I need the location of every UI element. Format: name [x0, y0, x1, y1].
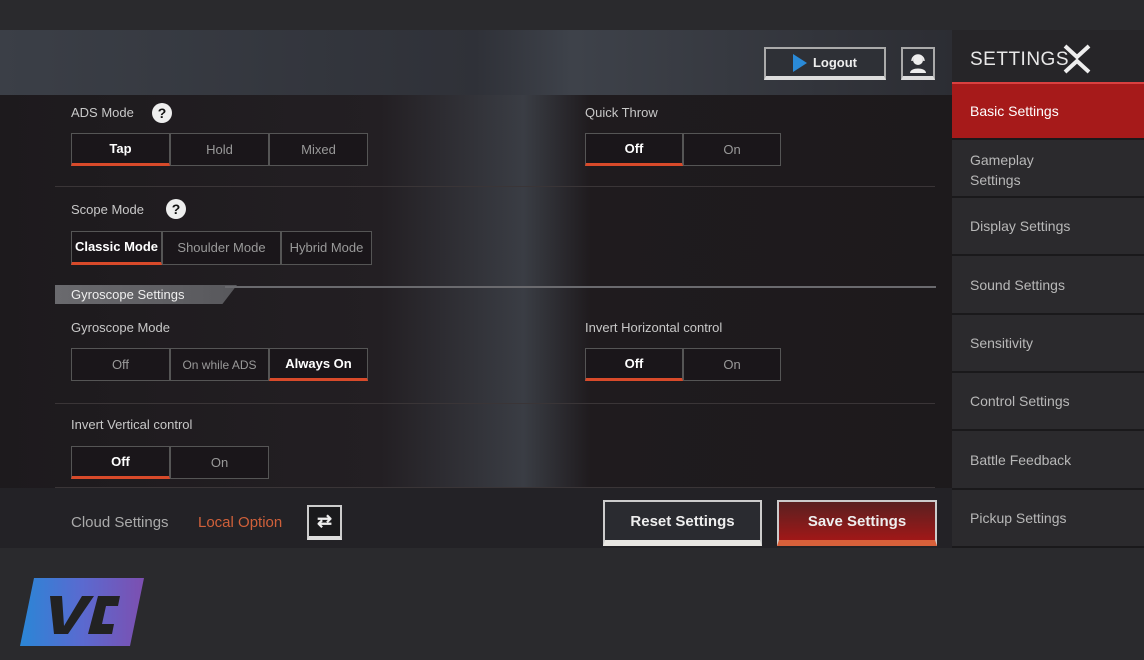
- invert-v-off[interactable]: Off: [71, 446, 170, 479]
- scope-mode-selector: Classic Mode Shoulder Mode Hybrid Mode: [71, 231, 372, 265]
- local-option-tab[interactable]: Local Option: [198, 514, 282, 531]
- headset-user-icon: [910, 53, 926, 73]
- divider: [55, 186, 935, 187]
- logout-label: Logout: [812, 55, 858, 70]
- cloud-settings-tab[interactable]: Cloud Settings: [71, 514, 169, 531]
- sidebar-item-display[interactable]: Display Settings: [952, 198, 1144, 256]
- logout-button[interactable]: Logout: [764, 47, 886, 80]
- gyro-mode-selector: Off On while ADS Always On: [71, 348, 368, 381]
- swap-button[interactable]: ⇄: [307, 505, 342, 540]
- ads-option-hold[interactable]: Hold: [170, 133, 269, 166]
- ads-help-icon[interactable]: ?: [152, 103, 172, 123]
- play-store-icon: [792, 53, 807, 72]
- invert-v-on[interactable]: On: [170, 446, 269, 479]
- gyro-option-ads[interactable]: On while ADS: [170, 348, 269, 381]
- support-button[interactable]: [901, 47, 935, 80]
- quick-throw-on[interactable]: On: [683, 133, 781, 166]
- invert-h-on[interactable]: On: [683, 348, 781, 381]
- invert-h-label: Invert Horizontal control: [585, 320, 723, 335]
- sidebar-item-sound[interactable]: Sound Settings: [952, 256, 1144, 315]
- quick-throw-label: Quick Throw: [585, 105, 658, 120]
- sidebar-item-battle-feedback[interactable]: Battle Feedback: [952, 431, 1144, 490]
- scope-option-shoulder[interactable]: Shoulder Mode: [162, 231, 281, 265]
- sidebar-item-pickup[interactable]: Pickup Settings: [952, 490, 1144, 548]
- invert-h-selector: Off On: [585, 348, 781, 381]
- gyro-mode-label: Gyroscope Mode: [71, 320, 170, 335]
- section-line: [225, 286, 936, 288]
- ads-mode-selector: Tap Hold Mixed: [71, 133, 368, 166]
- quick-throw-selector: Off On: [585, 133, 781, 166]
- save-settings-button[interactable]: Save Settings: [777, 500, 937, 546]
- sidebar-item-basic[interactable]: Basic Settings: [952, 82, 1144, 140]
- close-icon[interactable]: [1062, 44, 1092, 74]
- invert-v-label: Invert Vertical control: [71, 417, 193, 432]
- reset-settings-button[interactable]: Reset Settings: [603, 500, 762, 546]
- scope-option-hybrid[interactable]: Hybrid Mode: [281, 231, 372, 265]
- gyroscope-section-header: Gyroscope Settings: [55, 285, 237, 304]
- ads-option-mixed[interactable]: Mixed: [269, 133, 368, 166]
- scope-help-icon[interactable]: ?: [166, 199, 186, 219]
- divider: [55, 403, 935, 404]
- quick-throw-off[interactable]: Off: [585, 133, 683, 166]
- settings-sidebar: SETTINGS Basic Settings Gameplay Setting…: [952, 30, 1144, 548]
- sidebar-item-control[interactable]: Control Settings: [952, 373, 1144, 431]
- vc-logo: [20, 578, 144, 646]
- invert-v-selector: Off On: [71, 446, 269, 479]
- ads-option-tap[interactable]: Tap: [71, 133, 170, 166]
- invert-h-off[interactable]: Off: [585, 348, 683, 381]
- ads-mode-label: ADS Mode: [71, 105, 134, 120]
- scope-mode-label: Scope Mode: [71, 202, 144, 217]
- sidebar-title: SETTINGS: [970, 49, 1070, 70]
- sidebar-item-gameplay-text[interactable]: Gameplay Settings: [970, 150, 1070, 190]
- scope-option-classic[interactable]: Classic Mode: [71, 231, 162, 265]
- gyro-option-off[interactable]: Off: [71, 348, 170, 381]
- swap-arrows-icon: ⇄: [316, 511, 333, 531]
- gyro-option-always[interactable]: Always On: [269, 348, 368, 381]
- sidebar-item-sensitivity[interactable]: Sensitivity: [952, 315, 1144, 373]
